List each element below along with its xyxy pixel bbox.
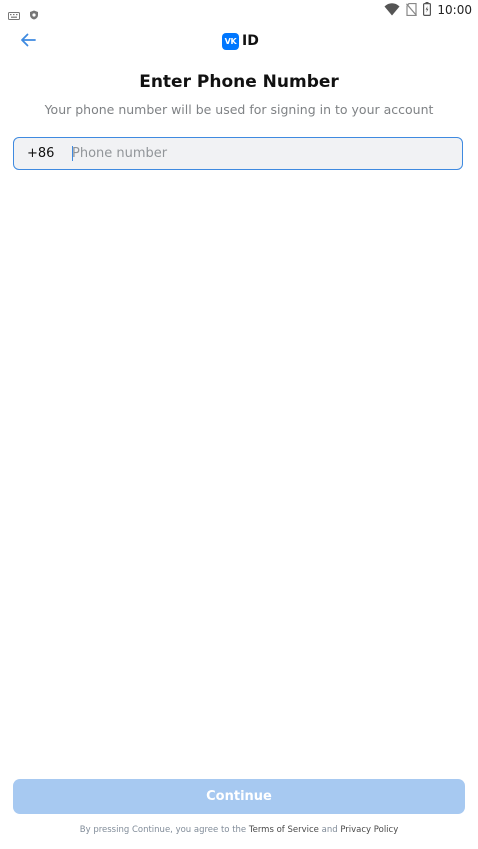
continue-button[interactable]: Continue [13,779,465,814]
brand-text: ID [242,33,259,49]
status-time: 10:00 [437,3,472,17]
terms-of-service-link[interactable]: Terms of Service [249,825,319,835]
country-code-selector[interactable]: +86 [27,146,54,161]
back-button[interactable] [16,31,40,51]
no-sim-icon [406,1,418,20]
legal-and: and [318,825,341,835]
phone-number-input[interactable] [72,142,452,165]
arrow-left-icon [20,32,36,51]
shield-icon [29,5,39,24]
legal-notice: By pressing Continue, you agree to the T… [0,825,478,835]
vk-id-brand: VK ID [222,32,259,50]
vk-logo-icon: VK [222,32,239,50]
wifi-icon [384,1,400,20]
legal-prefix: By pressing Continue, you agree to the [79,825,249,835]
keyboard-icon [8,5,20,24]
phone-field[interactable]: +86 [13,137,463,170]
privacy-policy-link[interactable]: Privacy Policy [340,825,398,835]
battery-icon [423,1,432,20]
page-title: Enter Phone Number [139,72,339,92]
text-cursor [72,146,73,161]
page-subtitle: Your phone number will be used for signi… [44,102,434,117]
status-bar: 10:00 [0,0,478,20]
